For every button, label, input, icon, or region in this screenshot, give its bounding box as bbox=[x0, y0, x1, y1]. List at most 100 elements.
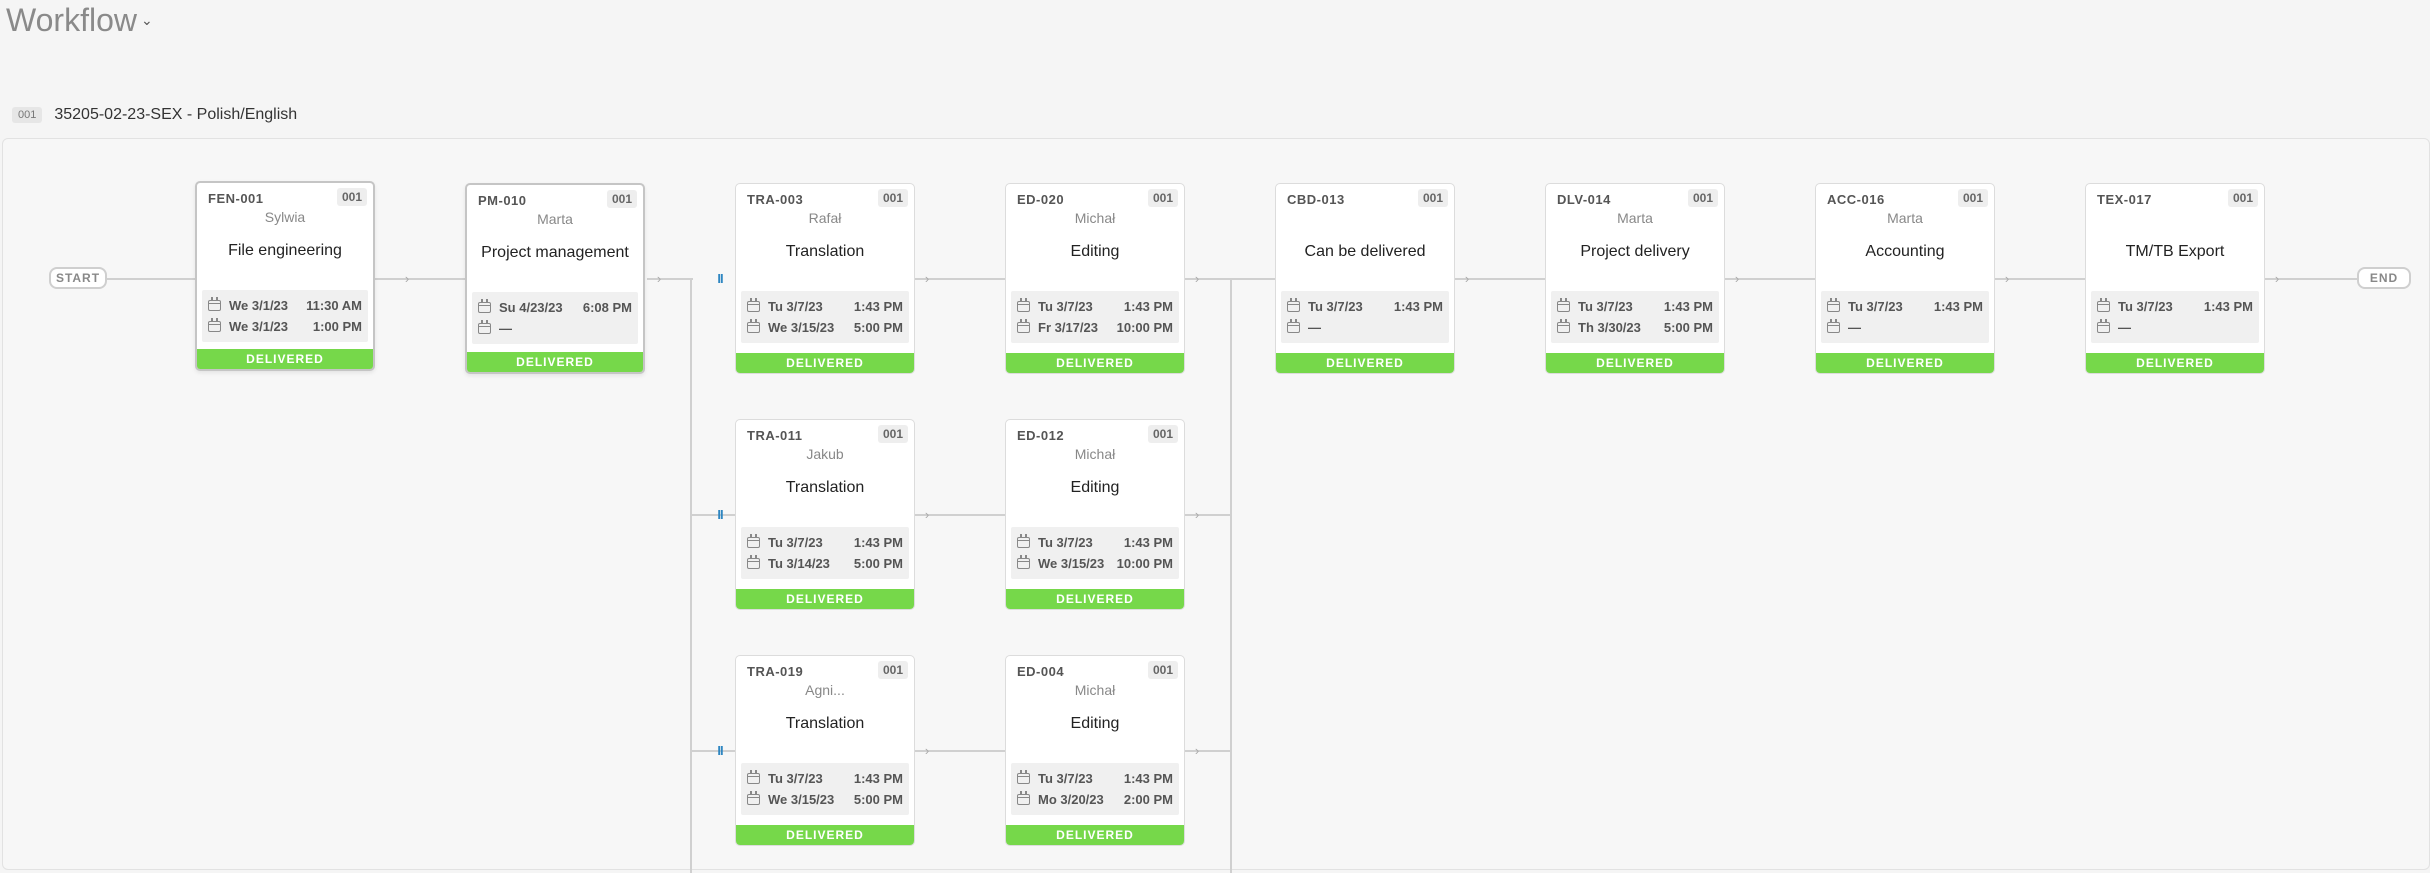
chevron-right-icon: › bbox=[1194, 507, 1200, 522]
connector-line bbox=[1230, 278, 1276, 280]
workflow-canvas: START END › › › › › › › › › › › › II II … bbox=[2, 138, 2430, 873]
task-assignee: Marta bbox=[537, 211, 573, 227]
task-card-tra-011[interactable]: TRA-011 001 Jakub Translation Tu 3/7/23 1… bbox=[735, 419, 915, 610]
chevron-right-icon: › bbox=[404, 271, 410, 286]
task-dates: Tu 3/7/23 1:43 PM — bbox=[2091, 291, 2259, 343]
task-badge: 001 bbox=[1147, 189, 1178, 207]
task-dates: Tu 3/7/23 1:43 PM We 3/15/23 10:00 PM bbox=[1011, 527, 1179, 579]
due-date: — bbox=[1308, 319, 1321, 335]
chevron-right-icon: › bbox=[1464, 271, 1470, 286]
calendar-icon bbox=[1017, 790, 1030, 805]
task-badge: 001 bbox=[606, 190, 637, 208]
task-badge: 001 bbox=[2227, 189, 2258, 207]
status-badge: DELIVERED bbox=[1276, 353, 1454, 373]
end-node: END bbox=[2357, 267, 2411, 289]
task-card-ed-012[interactable]: ED-012 001 Michał Editing Tu 3/7/23 1:43 … bbox=[1005, 419, 1185, 610]
due-date: Fr 3/17/23 bbox=[1038, 319, 1098, 335]
task-title: Project delivery bbox=[1580, 243, 1690, 260]
due-date: — bbox=[499, 320, 512, 336]
chevron-right-icon: › bbox=[924, 743, 930, 758]
calendar-icon bbox=[747, 318, 760, 333]
calendar-icon bbox=[1287, 318, 1300, 333]
calendar-icon bbox=[2097, 318, 2110, 333]
due-time: 1:00 PM bbox=[312, 318, 362, 334]
job-name: 35205-02-23-SEX - Polish/English bbox=[54, 106, 298, 123]
task-card-acc-016[interactable]: ACC-016 001 Marta Accounting Tu 3/7/23 1:… bbox=[1815, 183, 1995, 374]
pause-icon[interactable]: II bbox=[713, 743, 727, 759]
calendar-icon bbox=[1017, 769, 1030, 784]
calendar-icon bbox=[1827, 318, 1840, 333]
due-date: We 3/15/23 bbox=[768, 791, 835, 807]
status-badge: DELIVERED bbox=[1006, 353, 1184, 373]
task-dates: Tu 3/7/23 1:43 PM Th 3/30/23 5:00 PM bbox=[1551, 291, 1719, 343]
task-card-cbd-013[interactable]: CBD-013 001 Can be delivered Tu 3/7/23 1:… bbox=[1275, 183, 1455, 374]
task-assignee: Agni... bbox=[805, 682, 845, 698]
task-title: Translation bbox=[785, 243, 865, 260]
task-card-tra-019[interactable]: TRA-019 001 Agni... Translation Tu 3/7/2… bbox=[735, 655, 915, 846]
task-card-ed-004[interactable]: ED-004 001 Michał Editing Tu 3/7/23 1:43 … bbox=[1005, 655, 1185, 846]
task-card-pm-010[interactable]: PM-010 001 Marta Project management Su 4… bbox=[465, 183, 645, 374]
task-title: Translation bbox=[785, 715, 865, 732]
task-dates: Tu 3/7/23 1:43 PM — bbox=[1821, 291, 1989, 343]
start-time: 1:43 PM bbox=[1663, 298, 1713, 314]
status-badge: DELIVERED bbox=[467, 352, 643, 372]
start-date: Tu 3/7/23 bbox=[768, 298, 823, 314]
status-badge: DELIVERED bbox=[1006, 589, 1184, 609]
task-code: ED-004 bbox=[1017, 664, 1065, 679]
start-date: Tu 3/7/23 bbox=[1038, 770, 1093, 786]
title-dropdown-chevron-icon[interactable]: ⌄ bbox=[141, 12, 153, 29]
start-time: 1:43 PM bbox=[1123, 534, 1173, 550]
task-card-tex-017[interactable]: TEX-017 001 TM/TB Export Tu 3/7/23 1:43 P… bbox=[2085, 183, 2265, 374]
task-code: CBD-013 bbox=[1287, 192, 1345, 207]
branch-join-line bbox=[1230, 278, 1232, 873]
chevron-right-icon: › bbox=[2004, 271, 2010, 286]
task-dates: Tu 3/7/23 1:43 PM We 3/15/23 5:00 PM bbox=[741, 763, 909, 815]
task-assignee: Sylwia bbox=[264, 209, 306, 225]
task-badge: 001 bbox=[1417, 189, 1448, 207]
task-card-fen-001[interactable]: FEN-001 001 Sylwia File engineering We 3… bbox=[195, 181, 375, 371]
start-date: Tu 3/7/23 bbox=[2118, 298, 2173, 314]
task-dates: Tu 3/7/23 1:43 PM Mo 3/20/23 2:00 PM bbox=[1011, 763, 1179, 815]
status-badge: DELIVERED bbox=[2086, 353, 2264, 373]
task-assignee: Marta bbox=[1887, 210, 1923, 226]
status-badge: DELIVERED bbox=[736, 589, 914, 609]
task-badge: 001 bbox=[877, 425, 908, 443]
task-title: Editing bbox=[1070, 243, 1120, 260]
start-time: 1:43 PM bbox=[853, 298, 903, 314]
chevron-right-icon: › bbox=[1194, 743, 1200, 758]
chevron-right-icon: › bbox=[656, 271, 662, 286]
task-assignee: Jakub bbox=[806, 446, 844, 462]
due-time: 5:00 PM bbox=[1663, 319, 1713, 335]
start-date: Tu 3/7/23 bbox=[1038, 298, 1093, 314]
task-card-ed-020[interactable]: ED-020 001 Michał Editing Tu 3/7/23 1:43 … bbox=[1005, 183, 1185, 374]
task-dates: Tu 3/7/23 1:43 PM — bbox=[1281, 291, 1449, 343]
due-date: We 3/1/23 bbox=[229, 318, 289, 334]
start-time: 1:43 PM bbox=[1393, 298, 1443, 314]
start-time: 1:43 PM bbox=[1123, 298, 1173, 314]
calendar-icon bbox=[747, 790, 760, 805]
calendar-icon bbox=[208, 296, 221, 311]
due-date: Tu 3/14/23 bbox=[768, 555, 830, 571]
start-time: 1:43 PM bbox=[1933, 298, 1983, 314]
due-date: Mo 3/20/23 bbox=[1038, 791, 1104, 807]
task-badge: 001 bbox=[1687, 189, 1718, 207]
status-badge: DELIVERED bbox=[197, 349, 373, 369]
task-code: ACC-016 bbox=[1827, 192, 1885, 207]
task-card-tra-003[interactable]: TRA-003 001 Rafał Translation Tu 3/7/23 1… bbox=[735, 183, 915, 374]
page-title: Workflow bbox=[6, 2, 137, 38]
task-code: FEN-001 bbox=[208, 191, 264, 206]
pause-icon[interactable]: II bbox=[713, 507, 727, 523]
task-code: TRA-003 bbox=[747, 192, 804, 207]
task-code: PM-010 bbox=[478, 193, 527, 208]
chevron-right-icon: › bbox=[1194, 271, 1200, 286]
due-date: — bbox=[1848, 319, 1861, 335]
task-code: TRA-019 bbox=[747, 664, 804, 679]
start-time: 1:43 PM bbox=[1123, 770, 1173, 786]
due-date: Th 3/30/23 bbox=[1578, 319, 1641, 335]
due-date: — bbox=[2118, 319, 2131, 335]
calendar-icon bbox=[478, 298, 491, 313]
pause-icon[interactable]: II bbox=[713, 271, 727, 287]
chevron-right-icon: › bbox=[924, 507, 930, 522]
task-card-dlv-014[interactable]: DLV-014 001 Marta Project delivery Tu 3/… bbox=[1545, 183, 1725, 374]
calendar-icon bbox=[1017, 554, 1030, 569]
